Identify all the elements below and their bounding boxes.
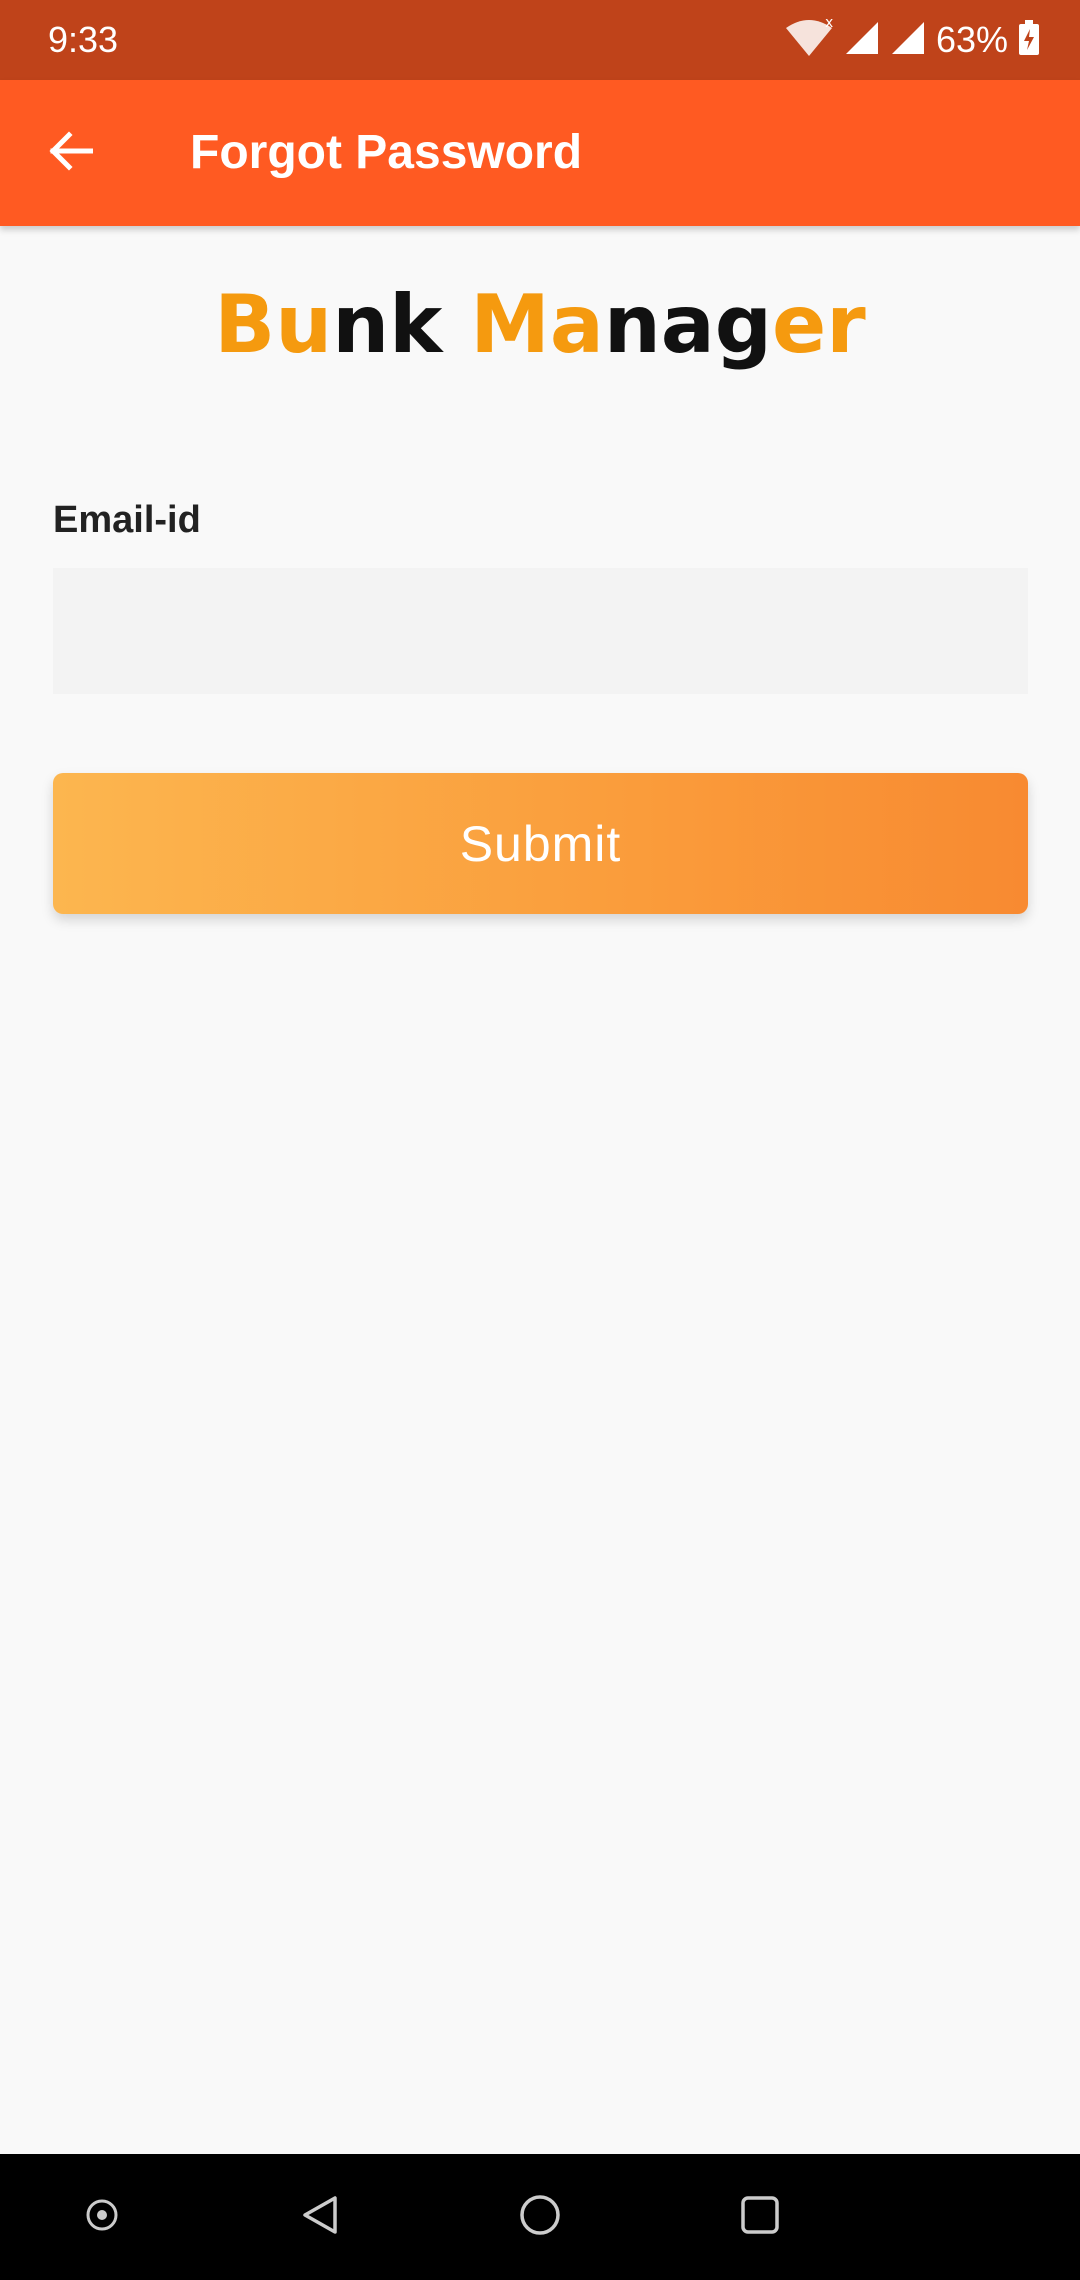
home-circle-icon <box>517 2192 563 2243</box>
assistant-icon <box>82 2195 122 2240</box>
status-bar: 9:33 x 63% <box>0 0 1080 80</box>
signal-icon <box>890 20 926 61</box>
logo-letter: e <box>772 278 827 371</box>
email-label: Email-id <box>53 499 201 541</box>
battery-percent: 63% <box>935 19 1008 60</box>
nav-home-button[interactable] <box>510 2187 570 2247</box>
status-time: 9:33 <box>48 19 119 60</box>
logo-letter: B <box>214 278 276 371</box>
nav-recents-button[interactable] <box>730 2187 790 2247</box>
logo-letter: a <box>549 278 604 371</box>
logo-letter: n <box>332 278 390 371</box>
app-bar: Forgot Password <box>0 80 1080 226</box>
recents-square-icon <box>737 2192 783 2243</box>
logo-letter: g <box>714 278 773 371</box>
submit-button[interactable]: Submit <box>53 773 1028 914</box>
logo-letter <box>442 280 470 370</box>
assistant-button[interactable] <box>72 2187 132 2247</box>
battery-charging-icon <box>1018 19 1040 61</box>
logo-letter: r <box>826 278 866 371</box>
navigation-bar <box>0 2154 1080 2280</box>
status-icons: x 63% <box>784 15 1040 63</box>
wifi-icon: x <box>784 15 834 63</box>
logo-letter: n <box>603 278 661 371</box>
logo-letter: a <box>660 278 715 371</box>
back-triangle-icon <box>297 2192 343 2243</box>
nav-back-button[interactable] <box>290 2187 350 2247</box>
back-button[interactable] <box>30 113 110 193</box>
svg-text:x: x <box>825 18 833 31</box>
email-input[interactable] <box>53 568 1028 694</box>
logo-letter: M <box>470 278 550 371</box>
logo-letter: u <box>275 278 333 371</box>
arrow-left-icon <box>47 130 94 176</box>
logo-letter: k <box>389 278 443 371</box>
page-title: Forgot Password <box>190 126 583 179</box>
app-logo: Bunk Manager <box>0 280 1080 370</box>
signal-icon <box>844 20 880 61</box>
